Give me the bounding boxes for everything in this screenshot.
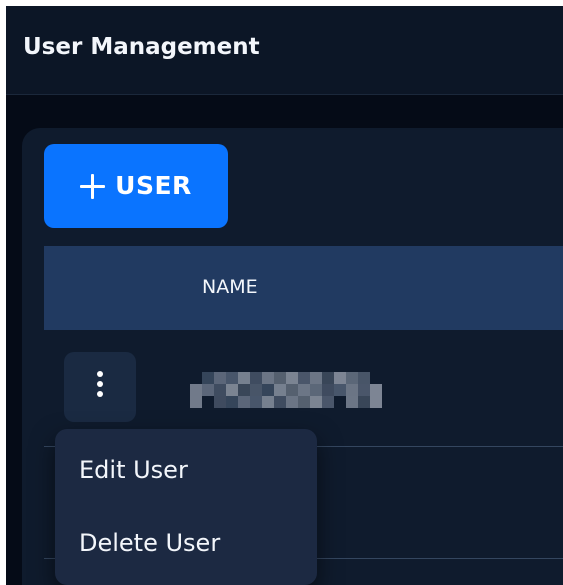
- redaction-pixel: [310, 372, 322, 384]
- edit-user-menu-item[interactable]: Edit User: [55, 435, 317, 505]
- redaction-pixel: [238, 384, 250, 396]
- page-title: User Management: [23, 34, 260, 60]
- edit-user-label: Edit User: [79, 456, 188, 484]
- redaction-pixel: [370, 384, 382, 396]
- redaction-pixel: [298, 396, 310, 408]
- redaction-pixel: [346, 396, 358, 408]
- redaction-pixel: [214, 396, 226, 408]
- redaction-pixel: [226, 372, 238, 384]
- redaction-pixel: [238, 396, 250, 408]
- redaction-pixel: [226, 396, 238, 408]
- add-user-label: USER: [115, 171, 192, 200]
- redaction-pixel: [286, 384, 298, 396]
- redaction-pixel: [322, 372, 334, 384]
- kebab-icon: [97, 371, 103, 399]
- redaction-pixel: [274, 372, 286, 384]
- redaction-pixel: [250, 396, 262, 408]
- redaction-pixel: [346, 384, 358, 396]
- kebab-dot: [97, 381, 103, 387]
- redaction-pixel: [358, 372, 370, 384]
- redaction-pixel: [214, 372, 226, 384]
- redaction-pixel: [322, 396, 334, 408]
- redaction-pixel: [310, 384, 322, 396]
- delete-user-label: Delete User: [79, 529, 221, 557]
- redaction-pixel: [262, 372, 274, 384]
- redaction-pixel: [274, 384, 286, 396]
- delete-user-menu-item[interactable]: Delete User: [55, 508, 317, 578]
- redaction-pixel: [370, 396, 382, 408]
- redaction-pixel: [334, 384, 346, 396]
- redaction-pixel: [286, 396, 298, 408]
- redaction-pixel: [202, 372, 214, 384]
- add-user-button[interactable]: USER: [44, 144, 228, 228]
- redaction-pixel: [346, 372, 358, 384]
- redacted-user-name: [190, 372, 382, 410]
- redaction-pixel: [358, 384, 370, 396]
- redaction-pixel: [250, 384, 262, 396]
- kebab-dot: [97, 391, 103, 397]
- redaction-pixel: [190, 384, 202, 396]
- redaction-pixel: [250, 372, 262, 384]
- app-header: User Management: [6, 6, 563, 95]
- redaction-pixel: [238, 372, 250, 384]
- row-context-menu: Edit User Delete User: [55, 429, 317, 585]
- redaction-pixel: [286, 372, 298, 384]
- redaction-pixel: [322, 384, 334, 396]
- redaction-pixel: [310, 396, 322, 408]
- redaction-pixel: [262, 396, 274, 408]
- table-header: NAME: [44, 246, 563, 330]
- plus-icon: [80, 173, 106, 199]
- redaction-pixel: [358, 396, 370, 408]
- redaction-pixel: [298, 372, 310, 384]
- redaction-pixel: [202, 384, 214, 396]
- kebab-dot: [97, 371, 103, 377]
- column-header-name: NAME: [202, 276, 258, 298]
- redaction-pixel: [190, 396, 202, 408]
- user-management-app: User Management USER NAME Edit User Dele…: [6, 6, 563, 585]
- redaction-pixel: [214, 384, 226, 396]
- redaction-pixel: [298, 384, 310, 396]
- redaction-pixel: [334, 372, 346, 384]
- redaction-pixel: [274, 396, 286, 408]
- redaction-pixel: [262, 384, 274, 396]
- row-actions-button[interactable]: [64, 352, 136, 422]
- redaction-pixel: [226, 384, 238, 396]
